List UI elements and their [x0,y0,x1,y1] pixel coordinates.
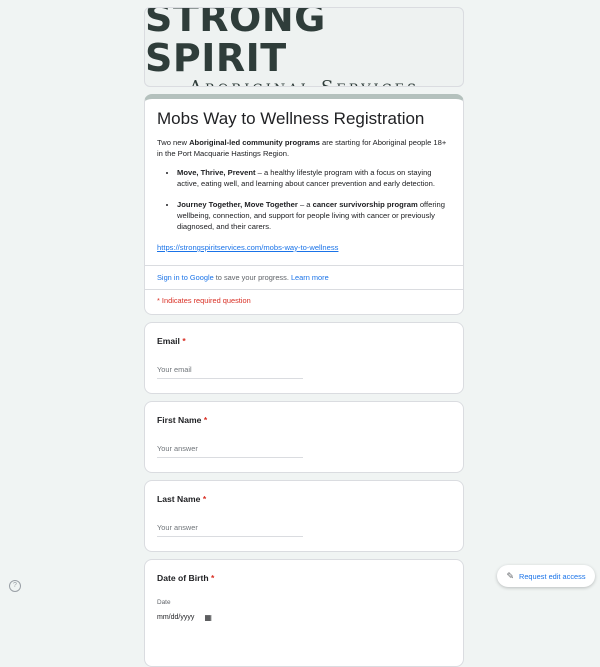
pencil-icon: ✎ [506,570,514,581]
question-label: First Name * [157,414,451,426]
help-icon[interactable]: ? [9,580,21,592]
question-label-text: Date of Birth [157,573,209,583]
form-header-card: Mobs Way to Wellness Registration Two ne… [144,94,464,315]
first-name-input[interactable] [157,441,303,458]
question-label-text: First Name [157,415,202,425]
question-first-name: First Name * [144,401,464,473]
form-description: Two new Aboriginal-led community program… [157,137,451,253]
program-item: Move, Thrive, Prevent – a healthy lifest… [177,167,451,189]
question-label: Last Name * [157,493,451,505]
program-item: Journey Together, Move Together – a canc… [177,199,451,232]
signin-link[interactable]: Sign in to Google [157,273,214,282]
last-name-input[interactable] [157,520,303,537]
question-label-text: Email [157,336,180,346]
intro-text: Two new [157,138,190,147]
calendar-icon[interactable]: ▦ [204,613,212,622]
question-last-name: Last Name * [144,480,464,552]
banner-title: STRONG SPIRIT [145,7,326,80]
program-list: Move, Thrive, Prevent – a healthy lifest… [157,167,451,232]
form-container: STRONG SPIRIT Aboriginal Services Mobs W… [144,7,464,667]
question-label-text: Last Name [157,494,201,504]
date-sublabel: Date [157,599,171,606]
request-edit-access-label: Request edit access [518,571,586,581]
learn-more-link[interactable]: Learn more [291,273,329,282]
question-label: Date of Birth * [157,572,451,584]
required-star: * [182,336,186,346]
program-name: Journey Together, Move Together [177,200,298,209]
request-edit-access-button[interactable]: ✎ Request edit access [497,565,595,587]
required-star: * [210,573,215,583]
required-star: * [203,415,208,425]
required-star: * [202,494,207,504]
signin-row: Sign in to Google to save your progress.… [145,266,463,289]
intro-paragraph: Two new Aboriginal-led community program… [157,137,451,159]
program-text-bold: cancer survivorship program [312,200,418,209]
program-text: – a [297,200,313,209]
date-input[interactable]: mm/dd/yyyy ▦ [157,613,451,622]
date-value: mm/dd/yyyy [157,614,195,621]
question-email: Email * [144,322,464,394]
signin-text: to save your progress. [213,273,291,282]
intro-bold: Aboriginal-led community programs [189,138,320,147]
header-banner: STRONG SPIRIT Aboriginal Services [144,7,464,87]
question-label: Email * [157,335,451,347]
banner-subtitle: Aboriginal Services [189,78,419,87]
program-name: Move, Thrive, Prevent [177,168,256,177]
email-input[interactable] [157,362,303,379]
program-link[interactable]: https://strongspiritservices.com/mobs-wa… [157,243,338,252]
form-title: Mobs Way to Wellness Registration [157,109,425,128]
required-note: * Indicates required question [157,296,251,305]
question-dob: Date of Birth * Date mm/dd/yyyy ▦ [144,559,464,667]
